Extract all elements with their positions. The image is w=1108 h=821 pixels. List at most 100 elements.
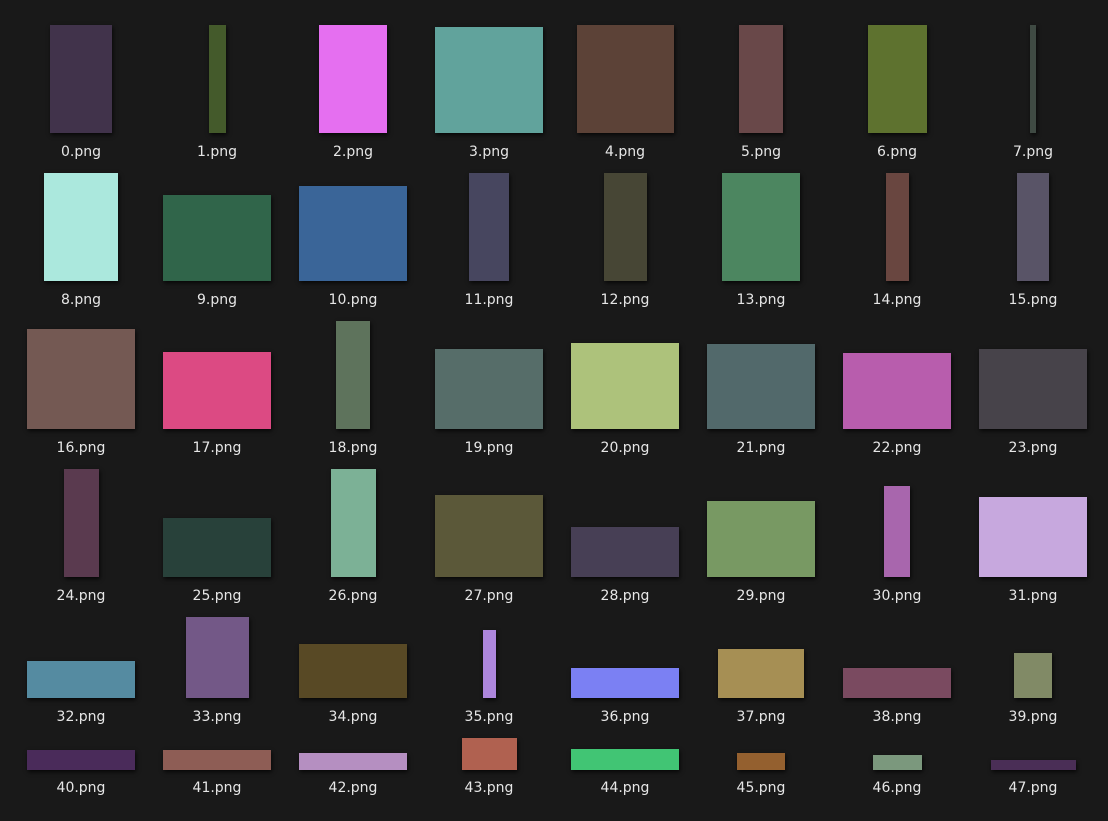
file-item[interactable]: 18.png [285, 321, 421, 459]
file-item[interactable]: 44.png [557, 738, 693, 799]
file-item[interactable]: 39.png [965, 617, 1101, 728]
image-thumbnail [208, 25, 226, 133]
image-thumbnail [435, 27, 543, 133]
file-name-label: 44.png [600, 780, 650, 796]
file-name-label: 11.png [464, 292, 514, 308]
file-item[interactable]: 34.png [285, 617, 421, 728]
file-item[interactable]: 29.png [693, 469, 829, 607]
file-name-label: 24.png [56, 588, 106, 604]
file-item[interactable]: 41.png [149, 738, 285, 799]
file-item[interactable]: 40.png [13, 738, 149, 799]
thumbnail-area [285, 25, 421, 133]
image-thumbnail [990, 760, 1076, 770]
file-item[interactable]: 21.png [693, 321, 829, 459]
file-item[interactable]: 17.png [149, 321, 285, 459]
file-item[interactable]: 12.png [557, 173, 693, 311]
image-thumbnail [1017, 173, 1049, 281]
file-item[interactable]: 14.png [829, 173, 965, 311]
thumbnail-area [421, 738, 557, 770]
file-item[interactable]: 46.png [829, 738, 965, 799]
file-item[interactable]: 15.png [965, 173, 1101, 311]
image-thumbnail [576, 25, 674, 133]
file-item[interactable]: 43.png [421, 738, 557, 799]
file-item[interactable]: 11.png [421, 173, 557, 311]
thumbnail-area [693, 617, 829, 698]
file-item[interactable]: 45.png [693, 738, 829, 799]
file-item[interactable]: 20.png [557, 321, 693, 459]
thumbnail-area [149, 25, 285, 133]
file-item[interactable]: 22.png [829, 321, 965, 459]
file-item[interactable]: 42.png [285, 738, 421, 799]
file-item[interactable]: 30.png [829, 469, 965, 607]
file-name-label: 32.png [56, 709, 106, 725]
file-item[interactable]: 27.png [421, 469, 557, 607]
file-name-label: 20.png [600, 440, 650, 456]
thumbnail-area [13, 738, 149, 770]
file-item[interactable]: 25.png [149, 469, 285, 607]
file-item[interactable]: 7.png [965, 25, 1101, 163]
thumbnail-area [829, 738, 965, 770]
file-item[interactable]: 32.png [13, 617, 149, 728]
file-item[interactable]: 24.png [13, 469, 149, 607]
file-name-label: 28.png [600, 588, 650, 604]
thumbnail-area [421, 173, 557, 281]
file-name-label: 13.png [736, 292, 786, 308]
file-name-label: 26.png [328, 588, 378, 604]
file-item[interactable]: 37.png [693, 617, 829, 728]
image-thumbnail [571, 749, 679, 770]
thumbnail-area [285, 738, 421, 770]
file-item[interactable]: 6.png [829, 25, 965, 163]
image-thumbnail [435, 495, 543, 577]
image-thumbnail [336, 321, 370, 429]
file-item[interactable]: 0.png [13, 25, 149, 163]
file-name-label: 12.png [600, 292, 650, 308]
image-thumbnail [163, 352, 271, 429]
thumbnail-area [557, 25, 693, 133]
file-name-label: 17.png [192, 440, 242, 456]
thumbnail-area [965, 469, 1101, 577]
file-item[interactable]: 1.png [149, 25, 285, 163]
file-name-label: 47.png [1008, 780, 1058, 796]
file-name-label: 34.png [328, 709, 378, 725]
file-item[interactable]: 36.png [557, 617, 693, 728]
thumbnail-area [285, 617, 421, 698]
file-item[interactable]: 23.png [965, 321, 1101, 459]
thumbnail-area [557, 321, 693, 429]
file-item[interactable]: 8.png [13, 173, 149, 311]
file-item[interactable]: 5.png [693, 25, 829, 163]
thumbnail-area [421, 469, 557, 577]
file-item[interactable]: 31.png [965, 469, 1101, 607]
image-thumbnail [330, 469, 376, 577]
file-item[interactable]: 9.png [149, 173, 285, 311]
file-item[interactable]: 28.png [557, 469, 693, 607]
thumbnail-area [693, 469, 829, 577]
file-item[interactable]: 16.png [13, 321, 149, 459]
file-item[interactable]: 47.png [965, 738, 1101, 799]
file-item[interactable]: 10.png [285, 173, 421, 311]
thumbnail-area [965, 738, 1101, 770]
file-item[interactable]: 4.png [557, 25, 693, 163]
file-item[interactable]: 13.png [693, 173, 829, 311]
image-thumbnail [571, 527, 679, 577]
image-thumbnail [843, 353, 951, 429]
file-item[interactable]: 38.png [829, 617, 965, 728]
thumbnail-area [421, 321, 557, 429]
thumbnail-area [149, 173, 285, 281]
file-item[interactable]: 3.png [421, 25, 557, 163]
file-item[interactable]: 35.png [421, 617, 557, 728]
file-item[interactable]: 19.png [421, 321, 557, 459]
thumbnail-area [13, 173, 149, 281]
file-item[interactable]: 2.png [285, 25, 421, 163]
image-thumbnail [884, 486, 910, 577]
file-item[interactable]: 33.png [149, 617, 285, 728]
image-thumbnail [979, 497, 1087, 577]
file-name-label: 19.png [464, 440, 514, 456]
file-name-label: 0.png [60, 144, 101, 160]
image-thumbnail [299, 644, 407, 698]
thumbnail-area [149, 617, 285, 698]
thumbnail-area [829, 617, 965, 698]
file-name-label: 42.png [328, 780, 378, 796]
file-name-label: 36.png [600, 709, 650, 725]
file-name-label: 3.png [468, 144, 509, 160]
file-item[interactable]: 26.png [285, 469, 421, 607]
